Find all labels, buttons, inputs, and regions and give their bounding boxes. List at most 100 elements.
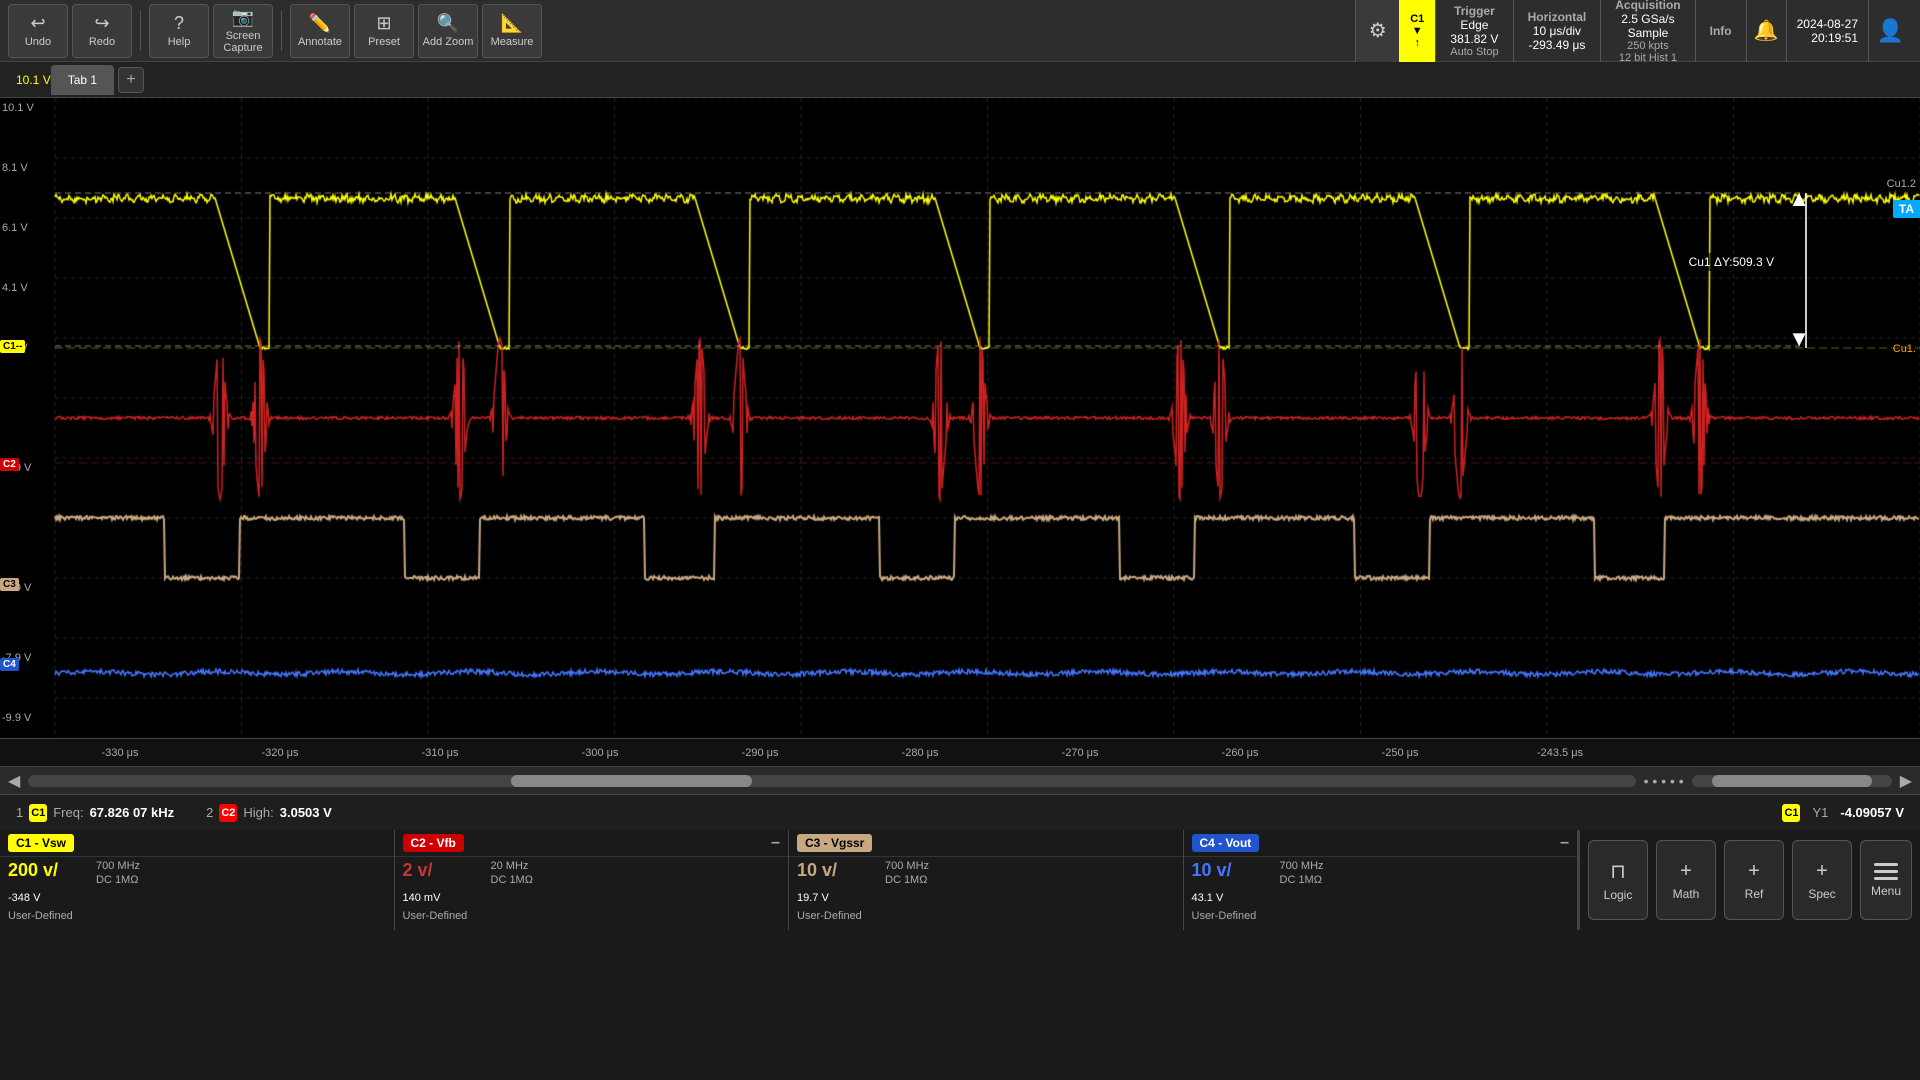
info-panel[interactable]: Info <box>1695 0 1746 62</box>
preset-label: Preset <box>368 36 400 48</box>
spec-label: Spec <box>1808 887 1835 901</box>
meas-2-ch: C2 <box>219 804 237 822</box>
x-label-0: -330 μs <box>102 747 139 759</box>
ch1-offset: -348 V <box>0 891 80 905</box>
ch1-user: User-Defined <box>0 909 81 923</box>
horizontal-title: Horizontal <box>1528 10 1587 24</box>
tab-1[interactable]: Tab 1 <box>51 65 114 95</box>
ch2-dash[interactable]: – <box>771 834 780 852</box>
ref-button[interactable]: + Ref <box>1724 840 1784 920</box>
ref-label: Ref <box>1745 887 1764 901</box>
math-button[interactable]: + Math <box>1656 840 1716 920</box>
logic-icon: ⊓ <box>1610 859 1626 884</box>
ch4-bw: 700 MHz <box>1272 859 1352 873</box>
ch1-row-3: User-Defined <box>0 907 394 925</box>
x-label-3: -300 μs <box>582 747 619 759</box>
x-label-2: -310 μs <box>422 747 459 759</box>
ch1-header[interactable]: C1 - Vsw <box>0 830 394 857</box>
annotate-icon: ✏️ <box>309 13 331 34</box>
add-tab-button[interactable]: + <box>118 67 144 93</box>
meas-1-num: 1 <box>16 805 23 820</box>
scroll-right-button[interactable]: ▶ <box>1900 771 1912 791</box>
horizontal-div: 10 μs/div <box>1533 24 1581 38</box>
time-label: 20:19:51 <box>1811 31 1858 45</box>
ch1-bw: 700 MHz <box>88 859 168 873</box>
x-label-8: -250 μs <box>1382 747 1419 759</box>
ch4-marker[interactable]: C4 <box>0 658 19 671</box>
redo-icon: ↪ <box>94 13 109 34</box>
ch4-marker-label: C4 <box>3 659 16 670</box>
undo-button[interactable]: ↩ Undo <box>8 4 68 58</box>
separator-1 <box>140 11 141 51</box>
toolbar: ↩ Undo ↪ Redo ? Help 📷 ScreenCapture ✏️ … <box>0 0 1920 62</box>
zoom-icon: 🔍 <box>437 13 459 34</box>
trigger-value: 381.82 V <box>1450 32 1498 46</box>
ch2-bw: 20 MHz <box>483 859 563 873</box>
ch2-block: C2 - Vfb – 2 v/ 20 MHz DC 1MΩ 140 mV Use… <box>395 830 790 930</box>
scroll-left-button[interactable]: ◀ <box>8 771 20 791</box>
ref-icon: + <box>1748 860 1760 883</box>
screen-capture-label: ScreenCapture <box>223 30 262 54</box>
menu-button[interactable]: Menu <box>1860 840 1912 920</box>
ch3-marker[interactable]: C3 <box>0 578 19 591</box>
x-label-7: -260 μs <box>1222 747 1259 759</box>
waveform-canvas <box>0 98 1920 738</box>
meas-1-ch: C1 <box>29 804 47 822</box>
ch4-coupling: DC 1MΩ <box>1272 873 1352 887</box>
scroll-thumb-right[interactable] <box>1712 775 1872 787</box>
acquisition-title: Acquisition <box>1615 0 1680 12</box>
separator-2 <box>281 11 282 51</box>
help-icon: ? <box>174 13 184 34</box>
ch3-header[interactable]: C3 - Vgssr <box>789 830 1183 857</box>
x-axis: -330 μs -320 μs -310 μs -300 μs -290 μs … <box>0 738 1920 766</box>
ch1-row-1: 200 v/ 700 MHz DC 1MΩ <box>0 857 394 889</box>
scroll-track-right[interactable] <box>1692 775 1892 787</box>
ch3-coupling: DC 1MΩ <box>877 873 957 887</box>
ch2-marker[interactable]: C2 <box>0 458 19 471</box>
right-panel: ⊓ Logic + Math + Ref + Spec Menu <box>1578 830 1920 930</box>
ch4-row-2: 43.1 V <box>1184 889 1578 907</box>
tab-1-label: Tab 1 <box>68 73 97 87</box>
preset-button[interactable]: ⊞ Preset <box>354 4 414 58</box>
measurement-right: C1 Y1 -4.09057 V <box>1782 804 1904 822</box>
settings-button[interactable]: ⚙ <box>1355 0 1399 62</box>
measure-button[interactable]: 📐 Measure <box>482 4 542 58</box>
trigger-title: Trigger <box>1454 4 1495 18</box>
horizontal-panel[interactable]: Horizontal 10 μs/div -293.49 μs <box>1513 0 1601 62</box>
redo-button[interactable]: ↪ Redo <box>72 4 132 58</box>
measure-icon: 📐 <box>501 13 523 34</box>
cu1-2-label: Cu1.2 <box>1887 178 1916 190</box>
ch4-dash[interactable]: – <box>1560 834 1569 852</box>
ch2-header[interactable]: C2 - Vfb – <box>395 830 789 857</box>
trigger-up-arrow: ↑ <box>1415 37 1421 49</box>
ch2-coupling: DC 1MΩ <box>483 873 563 887</box>
acquisition-panel[interactable]: Acquisition 2.5 GSa/s Sample 250 kpts 12… <box>1600 0 1694 62</box>
ch4-header[interactable]: C4 - Vout – <box>1184 830 1578 857</box>
scroll-track[interactable] <box>28 775 1635 787</box>
y-label-1: 8.1 V <box>2 162 28 174</box>
add-zoom-button[interactable]: 🔍 Add Zoom <box>418 4 478 58</box>
ch1-row-2: -348 V <box>0 889 394 907</box>
menu-lines-icon <box>1874 863 1898 880</box>
date-label: 2024-08-27 <box>1797 17 1858 31</box>
ch3-row-3: User-Defined <box>789 907 1183 925</box>
trigger-panel[interactable]: Trigger Edge 381.82 V Auto Stop <box>1435 0 1512 62</box>
meas-2-val: 3.0503 V <box>280 805 332 820</box>
ch2-name: C2 - Vfb <box>403 834 464 852</box>
ch2-row-2: 140 mV <box>395 889 789 907</box>
ch3-row-1: 10 v/ 700 MHz DC 1MΩ <box>789 857 1183 889</box>
user-button[interactable]: 👤 <box>1868 0 1912 62</box>
datetime-panel: 2024-08-27 20:19:51 <box>1786 0 1868 62</box>
scroll-thumb[interactable] <box>511 775 752 787</box>
ch4-row-1: 10 v/ 700 MHz DC 1MΩ <box>1184 857 1578 889</box>
spec-button[interactable]: + Spec <box>1792 840 1852 920</box>
ch1-marker[interactable]: C1-- <box>0 340 25 353</box>
ch1-name: C1 - Vsw <box>8 834 74 852</box>
screen-capture-button[interactable]: 📷 ScreenCapture <box>213 4 273 58</box>
logic-button[interactable]: ⊓ Logic <box>1588 840 1648 920</box>
ch2-user: User-Defined <box>395 909 476 923</box>
notification-button[interactable]: 🔔 <box>1746 0 1786 62</box>
ch4-name: C4 - Vout <box>1192 834 1260 852</box>
help-button[interactable]: ? Help <box>149 4 209 58</box>
annotate-button[interactable]: ✏️ Annotate <box>290 4 350 58</box>
